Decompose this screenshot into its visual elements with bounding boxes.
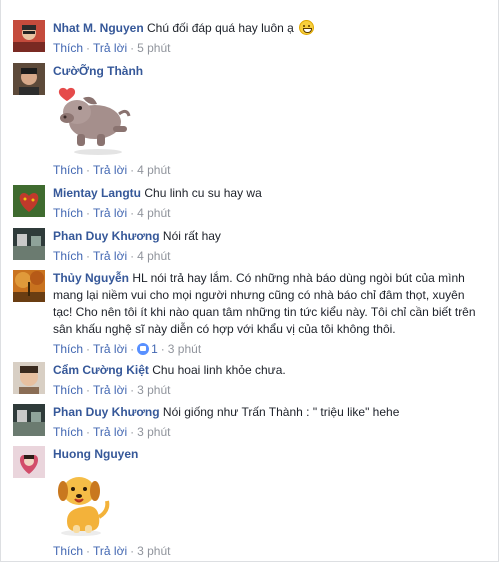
reply-link[interactable]: Trả lời — [93, 41, 127, 55]
commenter-name[interactable]: Phan Duy Khương — [53, 229, 160, 243]
reply-link[interactable]: Trả lời — [93, 206, 127, 220]
like-link[interactable]: Thích — [53, 342, 83, 356]
avatar[interactable] — [13, 20, 45, 52]
comment-actions: Thích · Trả lời · 4 phút — [53, 163, 171, 177]
comment-actions: Thích · Trả lời · 3 phút — [53, 425, 171, 439]
timestamp[interactable]: 3 phút — [137, 544, 170, 558]
avatar[interactable] — [13, 228, 45, 260]
like-link[interactable]: Thích — [53, 544, 83, 558]
commenter-name[interactable]: Nhat M. Nguyen — [53, 21, 144, 35]
timestamp[interactable]: 3 phút — [137, 383, 170, 397]
avatar[interactable] — [13, 404, 45, 436]
like-link[interactable]: Thích — [53, 41, 83, 55]
reply-link[interactable]: Trả lời — [93, 342, 127, 356]
avatar[interactable] — [13, 446, 45, 478]
commenter-name[interactable]: Phan Duy Khương — [53, 405, 160, 419]
commenter-name[interactable]: Cẩm Cường Kiệt — [53, 363, 149, 377]
timestamp[interactable]: 4 phút — [137, 206, 170, 220]
comments-panel: Nhat M. Nguyen Chú đối đáp quá hay luôn … — [0, 0, 499, 562]
like-count[interactable]: 1 — [137, 342, 158, 356]
comment-actions: Thích · Trả lời · 4 phút — [53, 206, 171, 220]
like-link[interactable]: Thích — [53, 206, 83, 220]
avatar[interactable] — [13, 270, 45, 302]
comment-text: Chu hoai linh khỏe chưa. — [152, 363, 286, 377]
avatar[interactable] — [13, 185, 45, 217]
like-link[interactable]: Thích — [53, 383, 83, 397]
timestamp[interactable]: 3 phút — [137, 425, 170, 439]
reply-link[interactable]: Trả lời — [93, 249, 127, 263]
comment-actions: Thích · Trả lời · 5 phút — [53, 41, 171, 55]
timestamp[interactable]: 4 phút — [137, 163, 170, 177]
avatar[interactable] — [13, 362, 45, 394]
comment-actions: Thích · Trả lời · 4 phút — [53, 249, 171, 263]
pig-heart-sticker — [53, 84, 483, 159]
thumbs-up-icon — [137, 343, 150, 355]
avatar[interactable] — [13, 63, 45, 95]
commenter-name[interactable]: Thủy Nguyễn — [53, 271, 129, 285]
commenter-name[interactable]: Mientay Langtu — [53, 186, 141, 200]
comment-text: Chú đối đáp quá hay luôn ạ — [147, 21, 294, 35]
timestamp[interactable]: 5 phút — [137, 41, 170, 55]
comment-text: Nói giống như Trấn Thành : " triệu like"… — [162, 405, 400, 419]
dog-sticker — [53, 467, 483, 540]
timestamp[interactable]: 4 phút — [137, 249, 170, 263]
reply-link[interactable]: Trả lời — [93, 383, 127, 397]
like-link[interactable]: Thích — [53, 425, 83, 439]
comment-text: Chu linh cu su hay wa — [144, 186, 262, 200]
comment-actions: Thích · Trả lời · 3 phút — [53, 544, 171, 558]
reply-link[interactable]: Trả lời — [93, 425, 127, 439]
comment-actions: Thích · Trả lời · 3 phút — [53, 383, 171, 397]
comment-text: Nói rất hay — [162, 229, 221, 243]
reply-link[interactable]: Trả lời — [93, 163, 127, 177]
like-link[interactable]: Thích — [53, 163, 83, 177]
comment-actions: Thích · Trả lời · 1 · 3 phút — [53, 342, 202, 356]
commenter-name[interactable]: Huong Nguyen — [53, 447, 138, 461]
commenter-name[interactable]: CườỠng Thành — [53, 64, 143, 78]
timestamp[interactable]: 3 phút — [168, 342, 201, 356]
like-link[interactable]: Thích — [53, 249, 83, 263]
reply-link[interactable]: Trả lời — [93, 544, 127, 558]
grin-emoji-icon — [299, 20, 315, 35]
